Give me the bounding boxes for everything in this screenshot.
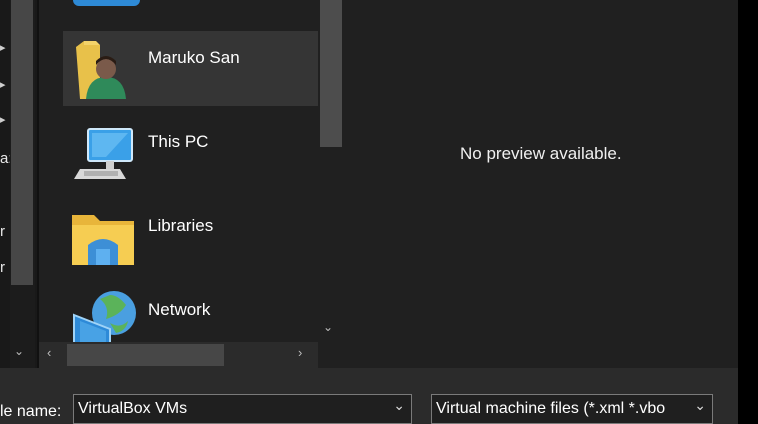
expand-arrow-icon[interactable]: ▸ [0, 114, 6, 126]
chevron-down-icon[interactable]: ⌄ [694, 397, 706, 414]
window-edge [738, 368, 758, 424]
list-hscroll-thumb[interactable] [67, 344, 224, 366]
file-name-label: le name: [0, 403, 62, 420]
file-type-value: Virtual machine files (*.xml *.vbo [436, 400, 666, 417]
nav-item-fragment[interactable]: r [0, 259, 5, 276]
libraries-icon [72, 215, 134, 265]
chevron-left-icon[interactable]: ‹ [47, 345, 51, 360]
expand-arrow-icon[interactable]: ▸ [0, 42, 6, 54]
preview-pane: No preview available. [345, 0, 738, 368]
partial-item-icon [73, 0, 140, 6]
list-scroll-thumb[interactable] [320, 0, 342, 147]
file-name-combobox[interactable]: VirtualBox VMs ⌄ [73, 394, 412, 424]
list-item-this-pc[interactable]: This PC [63, 115, 318, 190]
dialog-footer: le name: VirtualBox VMs ⌄ Virtual machin… [0, 368, 738, 424]
list-item-label: This PC [148, 132, 209, 151]
list-item-label: Libraries [148, 216, 214, 235]
chevron-down-icon[interactable]: ⌄ [393, 397, 405, 414]
file-name-value: VirtualBox VMs [78, 400, 188, 417]
network-icon [73, 291, 136, 349]
list-item-label: Network [148, 300, 211, 319]
nav-scroll-thumb[interactable] [11, 0, 33, 285]
chevron-down-icon[interactable]: ⌄ [323, 320, 333, 334]
pane-divider [37, 0, 39, 368]
user-folder-icon [76, 41, 126, 99]
preview-message: No preview available. [460, 144, 622, 163]
chevron-down-icon[interactable]: ⌄ [14, 344, 24, 358]
window-edge [738, 0, 758, 368]
computer-icon [74, 128, 133, 179]
chevron-right-icon[interactable]: › [298, 345, 302, 360]
nav-item-fragment[interactable]: r [0, 223, 5, 240]
navigation-pane: ▸ ▸ ▸ a: r r ⌄ [0, 0, 37, 368]
list-item-label: Maruko San [148, 48, 240, 67]
expand-arrow-icon[interactable]: ▸ [0, 79, 6, 91]
list-item-user[interactable]: Maruko San [63, 31, 318, 106]
list-item-libraries[interactable]: Libraries [63, 199, 318, 274]
file-type-combobox[interactable]: Virtual machine files (*.xml *.vbo ⌄ [431, 394, 713, 424]
scroll-corner [318, 342, 343, 368]
